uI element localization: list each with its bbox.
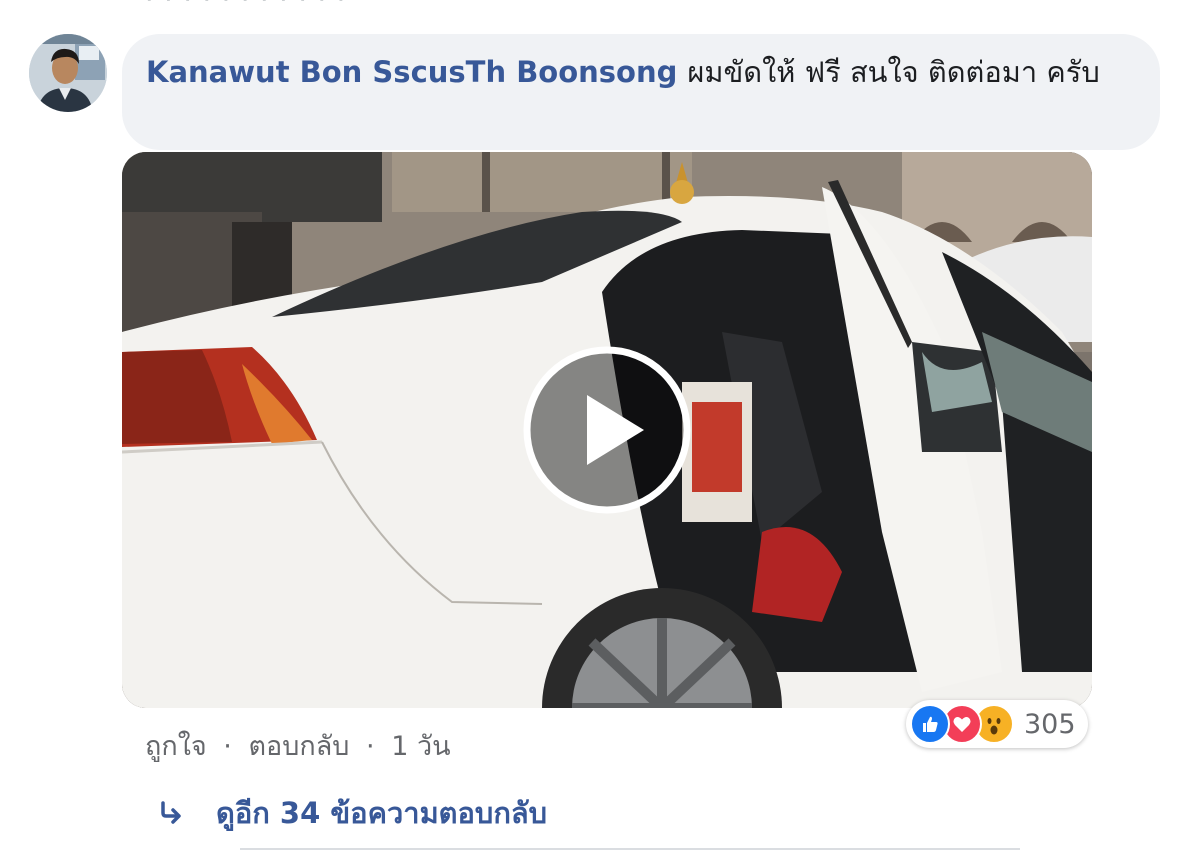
comment-bubble: Kanawut Bon SscusTh Boonsong ผมขัดให้ ฟรี… <box>122 34 1160 150</box>
user-avatar-icon <box>29 34 107 112</box>
view-more-replies-label: ดูอีก 34 ข้อความตอบกลับ <box>216 796 548 830</box>
previous-content-cut: · · · · · · · · · · · <box>145 0 346 15</box>
view-more-replies-link[interactable]: ดูอีก 34 ข้อความตอบกลับ <box>158 790 547 836</box>
video-attachment[interactable] <box>122 152 1092 708</box>
reply-arrow-icon <box>161 801 181 824</box>
comment-actions: ถูกใจ · ตอบกลับ · 1 วัน <box>145 724 451 767</box>
play-icon[interactable] <box>522 345 692 515</box>
like-icon <box>910 704 950 744</box>
separator-dot: · <box>223 731 232 762</box>
reaction-count: 305 <box>1024 708 1076 740</box>
reactions-summary[interactable]: 305 <box>906 700 1088 748</box>
like-link[interactable]: ถูกใจ <box>145 731 207 762</box>
separator-dot: · <box>366 731 375 762</box>
comment-author-link[interactable]: Kanawut Bon SscusTh Boonsong <box>146 55 677 89</box>
avatar[interactable] <box>29 34 107 112</box>
comment-thread: · · · · · · · · · · · Kanawut Bon SscusT… <box>0 0 1200 852</box>
divider <box>240 848 1020 850</box>
comment-text-block: Kanawut Bon SscusTh Boonsong ผมขัดให้ ฟรี… <box>146 52 1136 92</box>
comment-body: ผมขัดให้ ฟรี สนใจ ติดต่อมา ครับ <box>687 55 1100 89</box>
reply-link[interactable]: ตอบกลับ <box>248 731 349 762</box>
comment-timestamp[interactable]: 1 วัน <box>391 731 450 762</box>
